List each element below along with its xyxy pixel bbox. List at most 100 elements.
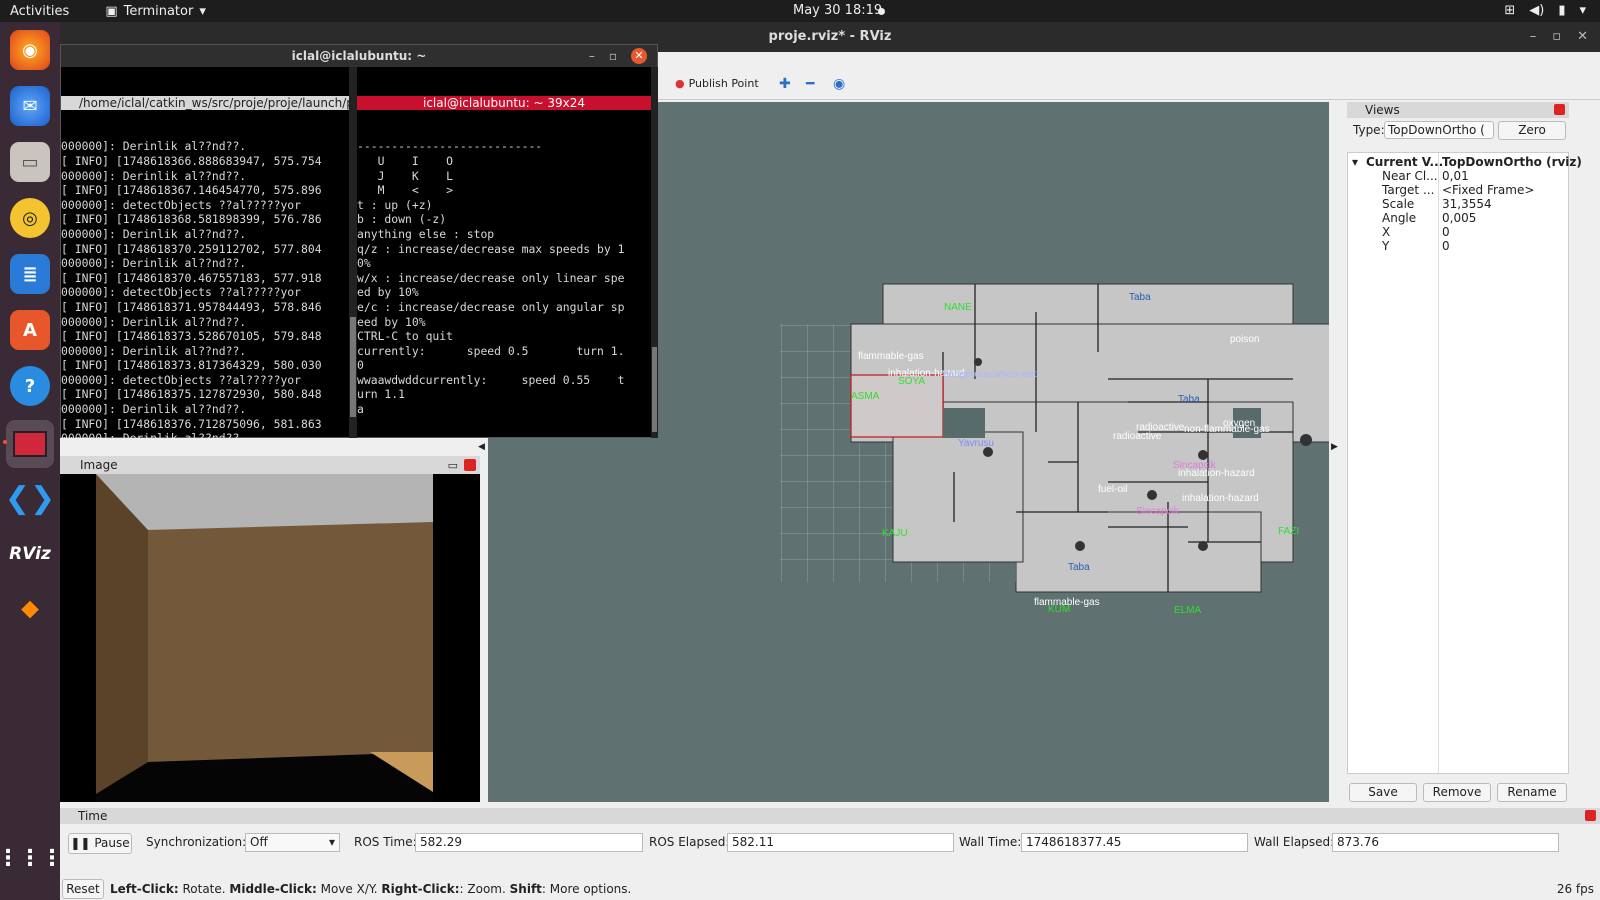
image-title: Image (80, 458, 118, 472)
help-text-right: : Zoom. (459, 882, 510, 896)
vscode-icon[interactable]: ❮❯ (5, 478, 55, 518)
map-label: fuel-oil (1098, 484, 1127, 495)
save-button[interactable]: Save (1349, 783, 1417, 802)
close-icon[interactable] (464, 459, 476, 471)
target-frame-value[interactable]: <Fixed Frame> (1442, 183, 1534, 197)
views-tree[interactable]: ▾ Current V... TopDownOrtho (rviz) Near … (1347, 152, 1582, 774)
close-icon[interactable]: ✕ (1577, 22, 1588, 52)
terminal-left-line: [ INFO] [1748618370.467557183, 577.918 (61, 270, 322, 285)
map-label: poison (1230, 334, 1259, 345)
terminal-right-line: M < > (357, 183, 454, 198)
terminal-right-line: currently: speed 0.5 turn 1. (357, 343, 625, 358)
minimize-icon[interactable]: – (1530, 22, 1537, 52)
scrollbar-thumb[interactable] (350, 317, 356, 417)
rename-button[interactable]: Rename (1497, 783, 1567, 802)
x-value[interactable]: 0 (1442, 225, 1450, 239)
terminal-right-line: t : up (+z) (357, 197, 433, 212)
collapse-arrow-right[interactable]: ▶ (1331, 442, 1338, 452)
close-icon[interactable] (1585, 810, 1596, 821)
scale-label[interactable]: Scale (1382, 197, 1414, 211)
terminal-left-line: 000000]: Derinlik al??nd??. (61, 343, 247, 358)
zero-button[interactable]: Zero (1498, 121, 1566, 140)
terminal-pane-left[interactable]: /home/iclal/catkin_ws/src/proje/proje/la… (61, 67, 351, 438)
target-frame-label[interactable]: Target ... (1382, 183, 1434, 197)
terminal-left-line: [ INFO] [1748618371.957844493, 578.846 (61, 299, 322, 314)
right-pane-title: iclal@iclalubuntu: ~ 39x24 (357, 96, 651, 111)
highlight-region (850, 374, 944, 438)
eye-icon[interactable]: ◉ (833, 76, 845, 92)
angle-value[interactable]: 0,005 (1442, 211, 1476, 225)
views-panel: Views Type: TopDownOrtho ( Zero ▾ Curren… (1347, 102, 1582, 802)
tree-expand-icon[interactable]: ▾ (1352, 155, 1358, 169)
float-icon[interactable]: ▭ (448, 457, 458, 475)
wall-time-field[interactable]: 1748618377.45 (1021, 833, 1248, 852)
system-tray[interactable]: ⊞ ◀) ▮ ▾ (1504, 3, 1586, 18)
wall-time-label: Wall Time: (959, 835, 1022, 849)
maximize-icon[interactable]: ▫ (609, 45, 617, 67)
remove-tool-icon[interactable]: ━ (806, 76, 814, 92)
add-tool-icon[interactable]: ✚ (779, 76, 791, 92)
map-label: radioactive (1113, 431, 1162, 442)
x-label[interactable]: X (1382, 225, 1390, 239)
app-grid-icon[interactable]: ⋮⋮⋮ (0, 838, 63, 878)
map-label: KUM (1048, 604, 1070, 615)
pane-scrollbar-left[interactable] (349, 67, 357, 438)
rviz-icon[interactable]: RViz (9, 534, 51, 574)
terminal-right-line: 0% (357, 256, 371, 271)
map-label: flammable-gas (858, 351, 924, 362)
minimize-icon[interactable]: – (589, 45, 595, 67)
reset-button[interactable]: Reset (62, 879, 104, 899)
thunderbird-icon[interactable]: ✉ (10, 86, 50, 126)
terminator-icon[interactable] (6, 420, 54, 468)
software-icon[interactable]: A (10, 310, 50, 350)
terminal-pane-right[interactable]: iclal@iclalubuntu: ~ 39x24 -------------… (357, 67, 651, 438)
clock[interactable]: May 30 18:19 (793, 3, 882, 18)
terminal-window[interactable]: iclal@iclalubuntu: ~ – ▫ ✕ /home/iclal/catk… (60, 44, 658, 438)
scrollbar-thumb[interactable] (652, 347, 657, 432)
activities-button[interactable]: Activities (10, 4, 69, 19)
close-icon[interactable] (1554, 104, 1565, 115)
dock: ◉ ✉ ▭ ◎ ≣ A ? ❮❯ RViz ⬥ ⋮⋮⋮ (0, 22, 63, 900)
close-icon[interactable]: ✕ (631, 48, 647, 64)
terminal-left-line: 000000]: Derinlik al??nd??. (61, 168, 247, 183)
rhythmbox-icon[interactable]: ◎ (10, 198, 50, 238)
help-icon[interactable]: ? (10, 366, 50, 406)
y-value[interactable]: 0 (1442, 239, 1450, 253)
writer-icon[interactable]: ≣ (10, 254, 50, 294)
app-menu[interactable]: ▣ Terminator ▾ (105, 4, 206, 19)
publish-point-tool[interactable]: ● Publish Point (675, 77, 759, 90)
pause-button[interactable]: ❚❚ Pause (68, 833, 132, 854)
angle-label[interactable]: Angle (1382, 211, 1416, 225)
map-label: Taba (1068, 562, 1090, 573)
status-help: Left-Click: Rotate. Middle-Click: Move X… (110, 882, 631, 896)
sublime-icon[interactable]: ⬥ (10, 588, 50, 628)
views-type-row: Type: TopDownOrtho ( Zero (1347, 118, 1569, 142)
terminal-left-line: 000000]: detectObjects ??al?????yor (61, 372, 302, 387)
near-clip-value[interactable]: 0,01 (1442, 169, 1469, 183)
terminal-left-line: [ INFO] [1748618366.888683947, 575.754 (61, 153, 322, 168)
terminal-left-line: 000000]: Derinlik al??nd??. (61, 256, 247, 271)
maximize-icon[interactable]: ▫ (1552, 22, 1561, 52)
wall-elapsed-field[interactable]: 873.76 (1332, 833, 1559, 852)
remove-button[interactable]: Remove (1423, 783, 1491, 802)
time-panel: Time ❚❚ Pause Synchronization: Off ▾ ROS … (60, 808, 1600, 878)
terminal-titlebar[interactable]: iclal@iclalubuntu: ~ – ▫ ✕ (61, 45, 657, 67)
sync-select[interactable]: Off ▾ (245, 833, 340, 852)
map-label: NANE (944, 302, 972, 313)
type-select[interactable]: TopDownOrtho ( (1384, 121, 1494, 139)
collapse-arrow-left[interactable]: ◀ (478, 442, 485, 452)
files-icon[interactable]: ▭ (10, 142, 50, 182)
y-label[interactable]: Y (1382, 239, 1389, 253)
near-clip-label[interactable]: Near Cl... (1382, 169, 1438, 183)
terminal-right-line: eed by 10% (357, 314, 426, 329)
views-title: Views (1365, 103, 1400, 117)
pane-scrollbar-right[interactable] (651, 67, 658, 438)
terminal-right-line: e/c : increase/decrease only angular sp (357, 299, 625, 314)
ros-time-field[interactable]: 582.29 (415, 833, 643, 852)
scale-value[interactable]: 31,3554 (1442, 197, 1492, 211)
firefox-icon[interactable]: ◉ (10, 30, 50, 70)
terminal-left-line: [ INFO] [1748618368.581898399, 576.786 (61, 212, 322, 227)
ros-elapsed-field[interactable]: 582.11 (727, 833, 954, 852)
running-indicator (3, 440, 7, 444)
tree-root-label[interactable]: Current V... (1366, 155, 1443, 169)
